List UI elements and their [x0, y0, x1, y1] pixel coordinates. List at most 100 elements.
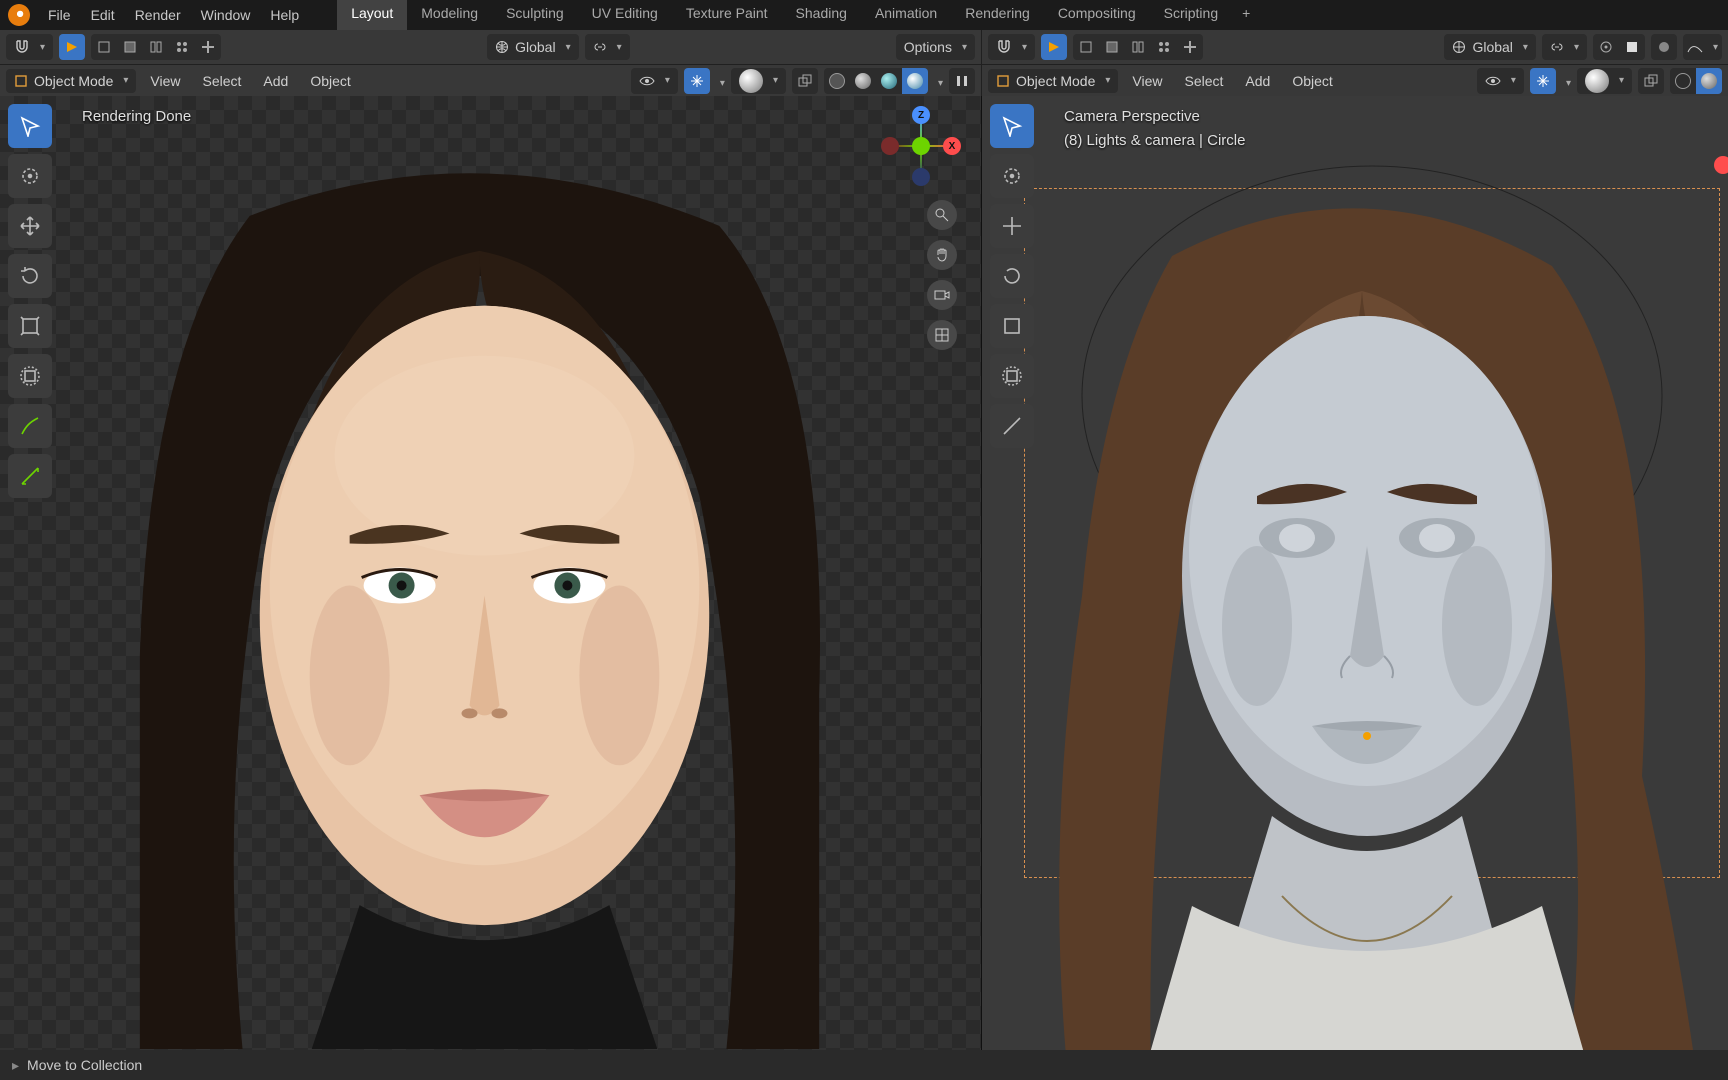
gizmo-toggle-r[interactable]	[1530, 68, 1556, 94]
axis-x-icon[interactable]: X	[943, 137, 961, 155]
overlay-dropdown-r[interactable]	[1577, 68, 1632, 94]
mode-dropdown-left[interactable]: Object Mode	[6, 69, 136, 93]
tool-rotate-r[interactable]	[990, 254, 1034, 298]
pivot-median-icon[interactable]	[117, 34, 143, 60]
nav-zoom-button[interactable]	[927, 200, 957, 230]
submenu-object-r[interactable]: Object	[1284, 69, 1340, 93]
orientation-dropdown-left[interactable]: Global	[487, 34, 579, 60]
pivot-median-icon-r[interactable]	[1099, 34, 1125, 60]
pivot-cursor-icon[interactable]	[143, 34, 169, 60]
nav-pan-button[interactable]	[927, 240, 957, 270]
pivot-individual-icon-r[interactable]	[1151, 34, 1177, 60]
tab-texture-paint[interactable]: Texture Paint	[672, 0, 782, 30]
pivot-bbox-icon[interactable]	[91, 34, 117, 60]
tool-annotate-r[interactable]	[990, 404, 1034, 448]
snap-dropdown[interactable]	[6, 34, 53, 60]
tool-move[interactable]	[8, 204, 52, 248]
submenu-select-l[interactable]: Select	[195, 69, 250, 93]
axis-neg-x-icon[interactable]	[881, 137, 899, 155]
proportional-icon[interactable]	[1593, 34, 1619, 60]
xray-toggle-r[interactable]	[1638, 68, 1664, 94]
tab-uv-editing[interactable]: UV Editing	[578, 0, 672, 30]
submenu-object-l[interactable]: Object	[302, 69, 358, 93]
submenu-add-r[interactable]: Add	[1237, 69, 1278, 93]
axis-neg-z-icon[interactable]	[912, 168, 930, 186]
shading-chev-l[interactable]	[934, 73, 943, 89]
menu-file[interactable]: File	[38, 3, 81, 27]
visibility-dropdown-r[interactable]	[1477, 68, 1524, 94]
viewport-left[interactable]: Rendering Done Z X	[0, 96, 982, 1050]
tab-rendering[interactable]: Rendering	[951, 0, 1044, 30]
tool-measure[interactable]	[8, 454, 52, 498]
cursor-tool-icon[interactable]	[59, 34, 85, 60]
disclosure-triangle-icon[interactable]: ▸	[12, 1057, 19, 1074]
blender-logo-icon[interactable]	[8, 4, 30, 26]
options-dropdown[interactable]: Options	[896, 34, 975, 60]
shading-toggle-icon[interactable]	[1651, 34, 1677, 60]
gizmo-chev-l[interactable]	[716, 73, 725, 89]
tool-transform-r[interactable]	[990, 354, 1034, 398]
nav-perspective-button[interactable]	[927, 320, 957, 350]
cursor-tool-icon-r[interactable]	[1041, 34, 1067, 60]
mode-dropdown-right[interactable]: Object Mode	[988, 69, 1118, 93]
gizmo-toggle-l[interactable]	[684, 68, 710, 94]
tool-cursor[interactable]	[8, 154, 52, 198]
nav-gizmo-left[interactable]: Z X	[881, 106, 961, 186]
tool-scale-r[interactable]	[990, 304, 1034, 348]
workspace-add-button[interactable]: +	[1232, 0, 1260, 30]
shading-wireframe-r[interactable]	[1670, 68, 1696, 94]
pivot-active-icon-r[interactable]	[1177, 34, 1203, 60]
tab-shading[interactable]: Shading	[782, 0, 861, 30]
pause-button[interactable]	[949, 68, 975, 94]
pivot-bbox-icon-r[interactable]	[1073, 34, 1099, 60]
viewport-right[interactable]: Camera Perspective (8) Lights & camera |…	[982, 96, 1728, 1050]
nav-camera-button[interactable]	[927, 280, 957, 310]
gizmo-chev-r[interactable]	[1562, 73, 1571, 89]
tool-annotate[interactable]	[8, 404, 52, 448]
tool-scale[interactable]	[8, 304, 52, 348]
tool-rotate[interactable]	[8, 254, 52, 298]
tool-transform[interactable]	[8, 354, 52, 398]
overlay-dropdown-l[interactable]	[731, 68, 786, 94]
shading-matprev-l[interactable]	[876, 68, 902, 94]
menu-window[interactable]: Window	[191, 3, 261, 27]
visibility-dropdown-l[interactable]	[631, 68, 678, 94]
orientation-dropdown-right[interactable]: Global	[1444, 34, 1536, 60]
menu-render[interactable]: Render	[125, 3, 191, 27]
menu-help[interactable]: Help	[260, 3, 309, 27]
snap-dropdown-r[interactable]	[988, 34, 1035, 60]
pivot-individual-icon[interactable]	[169, 34, 195, 60]
shading-solid-l[interactable]	[850, 68, 876, 94]
menu-edit[interactable]: Edit	[81, 3, 125, 27]
tool-select-box-r[interactable]	[990, 104, 1034, 148]
axis-y-icon[interactable]	[912, 137, 930, 155]
curve-dropdown[interactable]	[1683, 34, 1722, 60]
tab-layout[interactable]: Layout	[337, 0, 407, 30]
tab-scripting[interactable]: Scripting	[1150, 0, 1232, 30]
tool-move-r[interactable]	[990, 204, 1034, 248]
xray-toggle-l[interactable]	[792, 68, 818, 94]
top-menu-bar: File Edit Render Window Help Layout Mode…	[0, 0, 1728, 30]
tab-animation[interactable]: Animation	[861, 0, 951, 30]
axis-z-icon[interactable]: Z	[912, 106, 930, 124]
shading-solid-r[interactable]	[1696, 68, 1722, 94]
pivot-active-icon[interactable]	[195, 34, 221, 60]
rendered-head-content	[0, 96, 981, 1049]
snap-to-dropdown-left[interactable]	[585, 34, 630, 60]
snap-to-dropdown-right[interactable]	[1542, 34, 1587, 60]
submenu-view-r[interactable]: View	[1124, 69, 1170, 93]
shading-rendered-l[interactable]	[902, 68, 928, 94]
tab-compositing[interactable]: Compositing	[1044, 0, 1150, 30]
last-operator-label[interactable]: Move to Collection	[27, 1057, 142, 1073]
submenu-view-l[interactable]: View	[142, 69, 188, 93]
submenu-select-r[interactable]: Select	[1177, 69, 1232, 93]
pivot-cursor-icon-r[interactable]	[1125, 34, 1151, 60]
tool-cursor-r[interactable]	[990, 154, 1034, 198]
shading-wireframe-l[interactable]	[824, 68, 850, 94]
grid-icon	[934, 327, 950, 343]
submenu-add-l[interactable]: Add	[255, 69, 296, 93]
proportional-falloff-icon[interactable]	[1619, 34, 1645, 60]
tab-modeling[interactable]: Modeling	[407, 0, 492, 30]
tab-sculpting[interactable]: Sculpting	[492, 0, 578, 30]
tool-select-box[interactable]	[8, 104, 52, 148]
